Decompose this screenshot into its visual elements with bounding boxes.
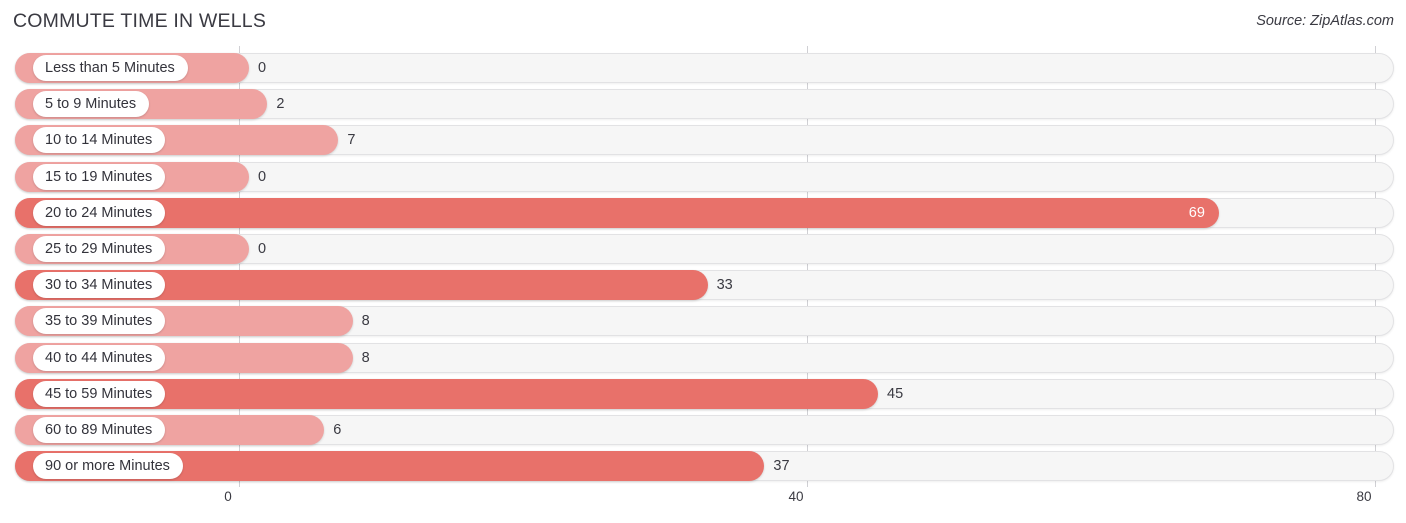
bar-value-label: 8	[361, 313, 370, 330]
page-title: COMMUTE TIME IN WELLS	[13, 10, 267, 32]
x-axis: 0 40 80	[0, 487, 1406, 523]
bar-category-label: 40 to 44 Minutes	[33, 344, 166, 371]
bar-category-label: 20 to 24 Minutes	[33, 199, 166, 226]
bar-row[interactable]: 45 to 59 Minutes 45	[15, 378, 1394, 409]
bar-value-label: 6	[333, 422, 342, 438]
bar-value-label: 2	[276, 96, 285, 113]
bar[interactable]	[15, 197, 1219, 228]
bar-category-label: 10 to 14 Minutes	[33, 127, 166, 154]
bar-category-label: 90 or more Minutes	[33, 453, 183, 480]
bar-row[interactable]: Less than 5 Minutes 0	[15, 53, 1394, 83]
bar-row[interactable]: 15 to 19 Minutes 0	[15, 161, 1394, 192]
bar-row[interactable]: 25 to 29 Minutes 0	[15, 234, 1394, 264]
bar-category-label: 45 to 59 Minutes	[33, 380, 166, 407]
bar-category-label: 5 to 9 Minutes	[33, 91, 150, 118]
bar-value-label: 8	[361, 349, 370, 366]
bar-category-label: 60 to 89 Minutes	[33, 417, 166, 443]
source-attribution: Source: ZipAtlas.com	[1256, 13, 1394, 29]
bar-row[interactable]: 30 to 34 Minutes 33	[15, 270, 1394, 301]
bar-row[interactable]: 10 to 14 Minutes 7	[15, 125, 1394, 156]
bar-category-label: Less than 5 Minutes	[33, 55, 188, 81]
axis-tick-label: 40	[788, 489, 804, 504]
chart-header: COMMUTE TIME IN WELLS Source: ZipAtlas.c…	[0, 0, 1406, 46]
bar-value-label: 45	[887, 385, 904, 402]
bar-value-label: 33	[716, 277, 733, 294]
bar-rows: Less than 5 Minutes 0 5 to 9 Minutes 2 10 to…	[0, 46, 1406, 487]
bar-value-label: 7	[347, 132, 356, 149]
bar-value-label: 69	[1188, 204, 1205, 221]
bar-value-label: 0	[258, 241, 267, 257]
axis-tick-label: 80	[1356, 489, 1372, 504]
bar-row[interactable]: 90 or more Minutes 37	[15, 451, 1394, 482]
bar-row[interactable]: 35 to 39 Minutes 8	[15, 306, 1394, 337]
bar-row[interactable]: 60 to 89 Minutes 6	[15, 415, 1394, 445]
bar-row[interactable]: 5 to 9 Minutes 2	[15, 89, 1394, 120]
chart-plot-area: Less than 5 Minutes 0 5 to 9 Minutes 2 10 to…	[0, 46, 1406, 487]
bar-value-label: 0	[258, 168, 267, 185]
bar-category-label: 15 to 19 Minutes	[33, 163, 166, 190]
bar-row[interactable]: 20 to 24 Minutes 69	[15, 197, 1394, 228]
bar-category-label: 35 to 39 Minutes	[33, 308, 166, 335]
bar-value-label: 37	[773, 458, 790, 475]
axis-tick-label: 0	[224, 489, 232, 504]
bar-row[interactable]: 40 to 44 Minutes 8	[15, 342, 1394, 373]
bar-category-label: 25 to 29 Minutes	[33, 236, 166, 262]
bar-category-label: 30 to 34 Minutes	[33, 272, 166, 299]
bar-value-label: 0	[258, 60, 267, 76]
